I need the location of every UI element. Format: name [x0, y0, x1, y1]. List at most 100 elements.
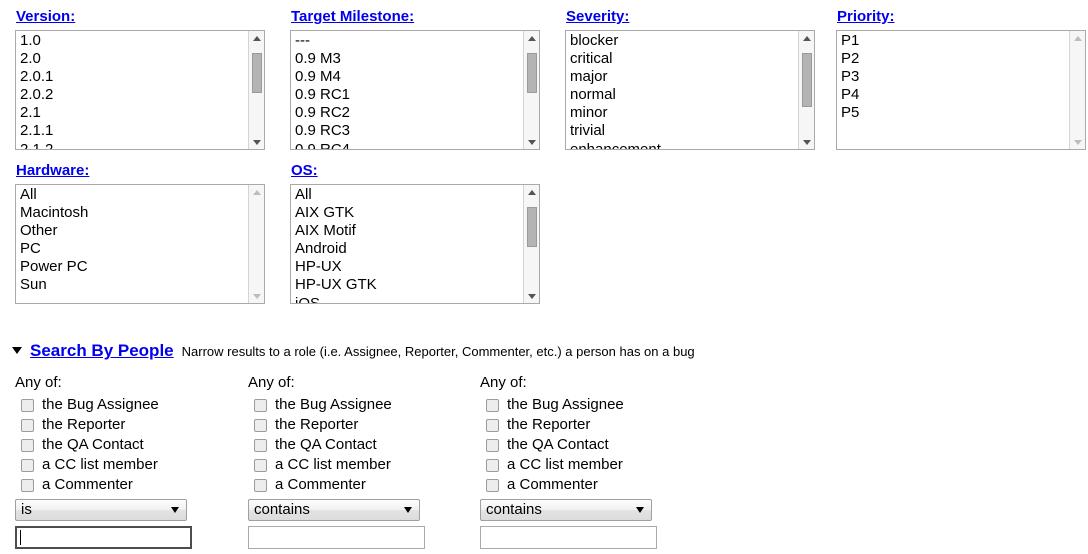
reporter-checkbox[interactable]	[21, 418, 34, 432]
list-option[interactable]: 2.1	[19, 104, 264, 122]
checkbox-label[interactable]: a CC list member	[507, 456, 623, 474]
list-option[interactable]: enhancement	[569, 141, 814, 149]
list-option[interactable]: 0.9 RC3	[294, 122, 539, 140]
version-label[interactable]: Version:	[16, 8, 75, 25]
list-option[interactable]: HP-UX GTK	[294, 276, 539, 294]
bug-assignee-checkbox[interactable]	[254, 398, 267, 412]
commenter-checkbox[interactable]	[254, 478, 267, 492]
triangle-down-icon[interactable]	[12, 347, 22, 354]
checkbox-label[interactable]: the QA Contact	[507, 436, 609, 454]
hardware-listbox[interactable]: All Macintosh Other PC Power PC Sun	[15, 184, 265, 304]
list-option[interactable]: 0.9 M3	[294, 50, 539, 68]
list-option[interactable]: 0.9 M4	[294, 68, 539, 86]
list-option[interactable]: AIX Motif	[294, 222, 539, 240]
list-option[interactable]: P1	[840, 32, 1085, 50]
list-option[interactable]: major	[569, 68, 814, 86]
scrollbar-thumb[interactable]	[527, 53, 537, 93]
bug-assignee-checkbox[interactable]	[21, 398, 34, 412]
checkbox-label[interactable]: the Reporter	[42, 416, 125, 434]
checkbox-label[interactable]: a Commenter	[275, 476, 366, 494]
list-option[interactable]: 2.0	[19, 50, 264, 68]
list-option[interactable]: iOS	[294, 295, 539, 303]
hardware-label[interactable]: Hardware:	[16, 162, 89, 179]
os-label[interactable]: OS:	[291, 162, 318, 179]
scroll-down-arrow-icon[interactable]	[524, 289, 539, 303]
checkbox-label[interactable]: the Reporter	[275, 416, 358, 434]
severity-scrollbar[interactable]	[798, 31, 814, 149]
list-option[interactable]: P3	[840, 68, 1085, 86]
list-option[interactable]: AIX GTK	[294, 204, 539, 222]
list-option[interactable]: All	[19, 186, 264, 204]
reporter-checkbox[interactable]	[254, 418, 267, 432]
match-type-select-3[interactable]: contains	[480, 499, 652, 521]
list-option[interactable]: P5	[840, 104, 1085, 122]
target-milestone-options[interactable]: --- 0.9 M3 0.9 M4 0.9 RC1 0.9 RC2 0.9 RC…	[291, 31, 539, 149]
cc-list-member-checkbox[interactable]	[254, 458, 267, 472]
os-scrollbar[interactable]	[523, 185, 539, 303]
people-text-input-2[interactable]	[248, 526, 425, 549]
list-option[interactable]: ---	[294, 32, 539, 50]
people-text-input-3[interactable]	[480, 526, 657, 549]
list-option[interactable]: 0.9 RC4	[294, 141, 539, 149]
list-option[interactable]: P2	[840, 50, 1085, 68]
scroll-up-arrow-icon[interactable]	[249, 31, 264, 45]
list-option[interactable]: minor	[569, 104, 814, 122]
os-options[interactable]: All AIX GTK AIX Motif Android HP-UX HP-U…	[291, 185, 539, 303]
checkbox-row-bug-assignee[interactable]: the Bug Assignee	[21, 395, 248, 415]
priority-listbox[interactable]: P1 P2 P3 P4 P5	[836, 30, 1086, 150]
list-option[interactable]: trivial	[569, 122, 814, 140]
checkbox-label[interactable]: the Reporter	[507, 416, 590, 434]
version-scrollbar[interactable]	[248, 31, 264, 149]
search-by-people-title[interactable]: Search By People	[30, 341, 174, 360]
qa-contact-checkbox[interactable]	[21, 438, 34, 452]
list-option[interactable]: 1.0	[19, 32, 264, 50]
checkbox-label[interactable]: a CC list member	[275, 456, 391, 474]
priority-scrollbar[interactable]	[1069, 31, 1085, 149]
checkbox-row-qa-contact[interactable]: the QA Contact	[254, 435, 480, 455]
list-option[interactable]: Macintosh	[19, 204, 264, 222]
list-option[interactable]: 2.0.1	[19, 68, 264, 86]
list-option[interactable]: 2.1.1	[19, 122, 264, 140]
scrollbar-thumb[interactable]	[252, 53, 262, 93]
version-options[interactable]: 1.0 2.0 2.0.1 2.0.2 2.1 2.1.1 2.1.2	[16, 31, 264, 149]
list-option[interactable]: P4	[840, 86, 1085, 104]
severity-options[interactable]: blocker critical major normal minor triv…	[566, 31, 814, 149]
checkbox-row-cc-list-member[interactable]: a CC list member	[254, 455, 480, 475]
checkbox-row-bug-assignee[interactable]: the Bug Assignee	[254, 395, 480, 415]
checkbox-label[interactable]: the Bug Assignee	[275, 396, 392, 414]
list-option[interactable]: 0.9 RC1	[294, 86, 539, 104]
checkbox-label[interactable]: the Bug Assignee	[507, 396, 624, 414]
scroll-down-arrow-icon[interactable]	[799, 135, 814, 149]
reporter-checkbox[interactable]	[486, 418, 499, 432]
list-option[interactable]: Android	[294, 240, 539, 258]
checkbox-row-commenter[interactable]: a Commenter	[254, 475, 480, 495]
target-milestone-label[interactable]: Target Milestone:	[291, 8, 414, 25]
checkbox-label[interactable]: the QA Contact	[275, 436, 377, 454]
checkbox-label[interactable]: the Bug Assignee	[42, 396, 159, 414]
severity-listbox[interactable]: blocker critical major normal minor triv…	[565, 30, 815, 150]
hardware-options[interactable]: All Macintosh Other PC Power PC Sun	[16, 185, 264, 303]
scroll-down-arrow-icon[interactable]	[249, 135, 264, 149]
list-option[interactable]: normal	[569, 86, 814, 104]
scroll-up-arrow-icon[interactable]	[524, 31, 539, 45]
scroll-up-arrow-icon[interactable]	[524, 185, 539, 199]
list-option[interactable]: Sun	[19, 276, 264, 294]
scroll-down-arrow-icon[interactable]	[524, 135, 539, 149]
qa-contact-checkbox[interactable]	[486, 438, 499, 452]
list-option[interactable]: critical	[569, 50, 814, 68]
priority-label[interactable]: Priority:	[837, 8, 895, 25]
checkbox-row-reporter[interactable]: the Reporter	[21, 415, 248, 435]
checkbox-label[interactable]: a Commenter	[507, 476, 598, 494]
checkbox-label[interactable]: a Commenter	[42, 476, 133, 494]
priority-options[interactable]: P1 P2 P3 P4 P5	[837, 31, 1085, 149]
checkbox-row-qa-contact[interactable]: the QA Contact	[21, 435, 248, 455]
checkbox-label[interactable]: a CC list member	[42, 456, 158, 474]
cc-list-member-checkbox[interactable]	[21, 458, 34, 472]
list-option[interactable]: 0.9 RC2	[294, 104, 539, 122]
list-option[interactable]: Other	[19, 222, 264, 240]
list-option[interactable]: Power PC	[19, 258, 264, 276]
checkbox-label[interactable]: the QA Contact	[42, 436, 144, 454]
bug-assignee-checkbox[interactable]	[486, 398, 499, 412]
commenter-checkbox[interactable]	[21, 478, 34, 492]
list-option[interactable]: 2.1.2	[19, 141, 264, 149]
